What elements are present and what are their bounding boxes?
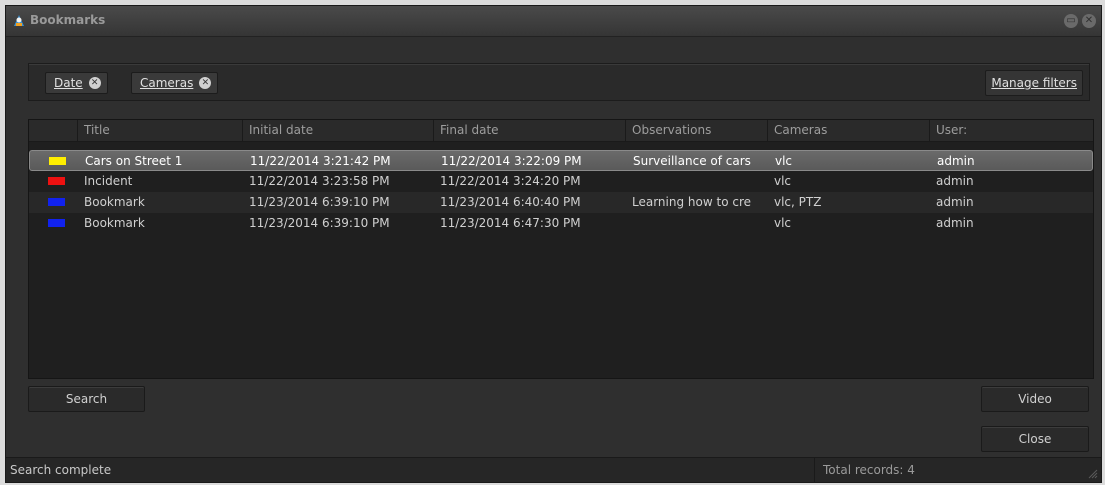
column-header-observations[interactable]: Observations [626, 120, 768, 141]
cell-observations: Surveillance of cars [633, 154, 751, 168]
cell-final-date: 11/23/2014 6:47:30 PM [440, 216, 581, 230]
bookmarks-window: Bookmarks ▭ ✕ Date ✕ Cameras ✕ Manage filt… [5, 5, 1102, 483]
status-bar: Search complete Total records: 4 [6, 457, 1101, 482]
restore-icon[interactable]: ▭ [1064, 14, 1078, 28]
cell-cameras: vlc [774, 174, 792, 188]
table-row[interactable]: Bookmark 11/23/2014 6:39:10 PM 11/23/201… [29, 192, 1093, 213]
cell-initial-date: 11/23/2014 6:39:10 PM [249, 216, 390, 230]
cell-observations [626, 213, 768, 234]
color-swatch [48, 219, 65, 227]
remove-filter-icon[interactable]: ✕ [88, 76, 101, 89]
total-records: Total records: 4 [814, 458, 915, 482]
cell-title: Bookmark [84, 195, 145, 209]
filter-chip-cameras[interactable]: Cameras ✕ [131, 72, 219, 94]
bookmarks-app-icon [14, 15, 24, 26]
cell-final-date: 11/23/2014 6:40:40 PM [440, 195, 581, 209]
table-header: Title Initial date Final date Observatio… [29, 120, 1093, 142]
table-row[interactable]: Cars on Street 1 11/22/2014 3:21:42 PM 1… [29, 150, 1093, 171]
cell-user: admin [936, 216, 974, 230]
cell-title: Cars on Street 1 [85, 154, 183, 168]
table-row[interactable]: Incident 11/22/2014 3:23:58 PM 11/22/201… [29, 171, 1093, 192]
manage-filters-button[interactable]: Manage filters [985, 70, 1083, 96]
filter-chip-label: Cameras [140, 76, 194, 90]
filter-chip-date[interactable]: Date ✕ [45, 72, 108, 94]
cell-observations [626, 171, 768, 192]
color-swatch [48, 177, 65, 185]
filter-chip-label: Date [54, 76, 83, 90]
color-swatch [48, 198, 65, 206]
remove-filter-icon[interactable]: ✕ [199, 76, 212, 89]
cell-initial-date: 11/23/2014 6:39:10 PM [249, 195, 390, 209]
column-header-cameras[interactable]: Cameras [768, 120, 930, 141]
color-swatch [49, 157, 66, 165]
filter-bar: Date ✕ Cameras ✕ Manage filters [28, 63, 1090, 101]
video-button[interactable]: Video [981, 386, 1089, 412]
cell-observations: Learning how to cre [632, 195, 751, 209]
column-header-user[interactable]: User: [930, 120, 1093, 141]
cell-final-date: 11/22/2014 3:22:09 PM [441, 154, 582, 168]
bookmarks-table: Title Initial date Final date Observatio… [28, 119, 1094, 379]
status-message: Search complete [10, 463, 112, 477]
cell-initial-date: 11/22/2014 3:23:58 PM [249, 174, 390, 188]
column-header-color[interactable] [29, 120, 78, 141]
cell-user: admin [936, 174, 974, 188]
cell-user: admin [936, 195, 974, 209]
window-title: Bookmarks [30, 13, 106, 27]
cell-title: Incident [84, 174, 133, 188]
column-header-initial-date[interactable]: Initial date [243, 120, 434, 141]
cell-title: Bookmark [84, 216, 145, 230]
cell-cameras: vlc, PTZ [774, 195, 822, 209]
cell-cameras: vlc [775, 154, 793, 168]
column-header-final-date[interactable]: Final date [434, 120, 626, 141]
cell-cameras: vlc [774, 216, 792, 230]
cell-user: admin [937, 154, 975, 168]
cell-final-date: 11/22/2014 3:24:20 PM [440, 174, 581, 188]
close-window-icon[interactable]: ✕ [1082, 14, 1096, 28]
resize-grip-icon[interactable] [1088, 469, 1098, 479]
table-row[interactable]: Bookmark 11/23/2014 6:39:10 PM 11/23/201… [29, 213, 1093, 234]
cell-initial-date: 11/22/2014 3:21:42 PM [250, 154, 391, 168]
close-button[interactable]: Close [981, 426, 1089, 452]
title-bar[interactable]: Bookmarks ▭ ✕ [6, 6, 1101, 37]
column-header-title[interactable]: Title [78, 120, 243, 141]
search-button[interactable]: Search [28, 386, 145, 412]
